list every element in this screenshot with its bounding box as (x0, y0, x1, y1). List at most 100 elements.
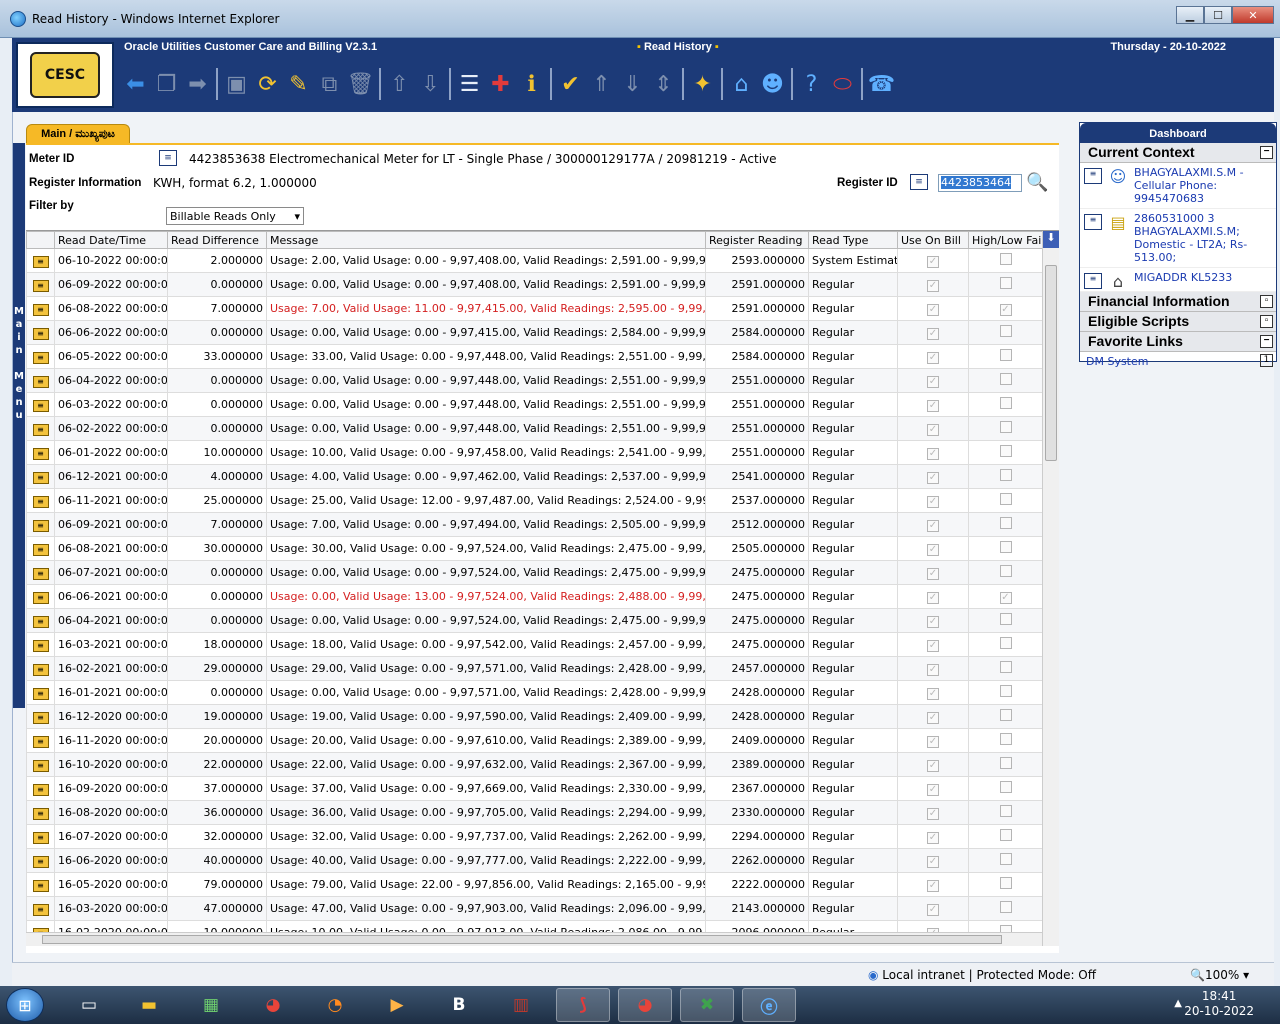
row-context-cell[interactable]: ≡ (26, 728, 55, 753)
row-context-cell[interactable]: ≡ (26, 824, 55, 849)
down-icon[interactable]: ⇩ (416, 67, 446, 101)
internet-explorer-icon[interactable]: ⓔ (742, 988, 796, 1022)
context-menu-icon[interactable]: ≡ (159, 150, 177, 166)
context-menu-icon[interactable]: ≡ (32, 591, 49, 604)
row-context-cell[interactable]: ≡ (26, 752, 55, 777)
table-row[interactable]: ≡ 06-03-2022 00:00:00 0.000000 Usage: 0.00,… (26, 392, 1043, 417)
chrome-icon[interactable]: ◕ (246, 988, 300, 1022)
context-menu-icon[interactable]: ≡ (32, 423, 49, 436)
table-row[interactable]: ≡ 16-08-2020 00:00:00 36.000000 Usage: 36.0… (26, 800, 1043, 825)
help-icon[interactable]: ? (797, 67, 827, 101)
context-menu-icon[interactable]: ≡ (32, 495, 49, 508)
context-menu-icon[interactable]: ≡ (32, 879, 49, 892)
register-id-input[interactable]: 4423853464 (938, 174, 1022, 192)
next-in-list-icon[interactable]: ⇕ (649, 67, 679, 101)
context-menu-icon[interactable]: ≡ (32, 519, 49, 532)
maximize-button[interactable]: ☐ (1204, 6, 1232, 24)
table-row[interactable]: ≡ 06-06-2022 00:00:00 0.000000 Usage: 0.00,… (26, 320, 1043, 345)
table-row[interactable]: ≡ 16-03-2020 00:00:00 47.000000 Usage: 47.0… (26, 896, 1043, 921)
context-menu-icon[interactable]: ≡ (32, 567, 49, 580)
table-row[interactable]: ≡ 06-08-2021 00:00:00 30.000000 Usage: 30.0… (26, 536, 1043, 561)
row-context-cell[interactable]: ≡ (26, 416, 55, 441)
col-use-on-bill[interactable]: Use On Bill (897, 231, 969, 249)
context-menu-icon[interactable]: ≡ (32, 255, 49, 268)
context-menu-icon[interactable]: ≡ (32, 639, 49, 652)
table-row[interactable]: ≡ 06-02-2022 00:00:00 0.000000 Usage: 0.00,… (26, 416, 1043, 441)
context-menu-icon[interactable]: ≡ (32, 783, 49, 796)
forward-icon[interactable]: ➡ (183, 67, 213, 101)
tray-arrow-icon[interactable]: ▲ (1174, 998, 1182, 1009)
collapse-icon[interactable]: − (1260, 146, 1273, 159)
context-item-person[interactable]: ≡ ☺ BHAGYALAXMI.S.M - Cellular Phone: 99… (1080, 163, 1276, 209)
context-menu-icon[interactable]: ≡ (32, 759, 49, 772)
search-icon[interactable]: 🔍 (1026, 172, 1054, 194)
excel-icon[interactable]: ✖ (680, 988, 734, 1022)
table-row[interactable]: ≡ 06-11-2021 00:00:00 25.000000 Usage: 25.0… (26, 488, 1043, 513)
row-context-cell[interactable]: ≡ (26, 368, 55, 393)
context-menu-icon[interactable]: ≡ (32, 543, 49, 556)
row-context-cell[interactable]: ≡ (26, 296, 55, 321)
phone-icon[interactable]: ☎ (867, 67, 897, 101)
table-row[interactable]: ≡ 16-01-2021 00:00:00 0.000000 Usage: 0.00,… (26, 680, 1043, 705)
expand-icon[interactable]: ▫ (1260, 295, 1273, 308)
table-row[interactable]: ≡ 16-05-2020 00:00:00 79.000000 Usage: 79.0… (26, 872, 1043, 897)
main-menu[interactable]: Main Menu (13, 143, 25, 708)
hscroll-thumb[interactable] (42, 935, 1002, 944)
close-button[interactable]: ✕ (1232, 6, 1274, 24)
table-row[interactable]: ≡ 06-10-2022 00:00:00 2.000000 Usage: 2.00,… (26, 248, 1043, 273)
clock[interactable]: 18:41 20-10-2022 (1184, 989, 1254, 1019)
row-context-cell[interactable]: ≡ (26, 248, 55, 273)
row-context-cell[interactable]: ≡ (26, 488, 55, 513)
context-item-premise[interactable]: ≡ ⌂ MIGADDR KL5233 (1080, 268, 1276, 292)
folder-icon[interactable]: ▬ (122, 988, 176, 1022)
col-read-date[interactable]: Read Date/Time (54, 231, 168, 249)
context-menu-icon[interactable]: ≡ (1084, 168, 1102, 184)
favorite-links-header[interactable]: Favorite Links − (1080, 332, 1276, 352)
table-row[interactable]: ≡ 16-07-2020 00:00:00 32.000000 Usage: 32.0… (26, 824, 1043, 849)
context-menu-icon[interactable]: ≡ (32, 735, 49, 748)
table-row[interactable]: ≡ 06-08-2022 00:00:00 7.000000 Usage: 7.00,… (26, 296, 1043, 321)
financial-information-header[interactable]: Financial Information ▫ (1080, 292, 1276, 312)
eligible-scripts-header[interactable]: Eligible Scripts ▫ (1080, 312, 1276, 332)
table-row[interactable]: ≡ 06-04-2021 00:00:00 0.000000 Usage: 0.00,… (26, 608, 1043, 633)
alert-icon[interactable]: ✔ (556, 67, 586, 101)
table-row[interactable]: ≡ 16-03-2021 00:00:00 18.000000 Usage: 18.0… (26, 632, 1043, 657)
col-read-type[interactable]: Read Type (808, 231, 898, 249)
table-row[interactable]: ≡ 16-10-2020 00:00:00 22.000000 Usage: 22.0… (26, 752, 1043, 777)
table-row[interactable]: ≡ 06-05-2022 00:00:00 33.000000 Usage: 33.0… (26, 344, 1043, 369)
task-manager-icon[interactable]: ▦ (184, 988, 238, 1022)
up-icon[interactable]: ⇧ (385, 67, 415, 101)
context-menu-icon[interactable]: ≡ (32, 327, 49, 340)
clear-icon[interactable]: ✎ (284, 67, 314, 101)
copy-icon[interactable]: ❐ (152, 67, 182, 101)
row-context-cell[interactable]: ≡ (26, 512, 55, 537)
row-context-cell[interactable]: ≡ (26, 776, 55, 801)
table-row[interactable]: ≡ 16-11-2020 00:00:00 20.000000 Usage: 20.0… (26, 728, 1043, 753)
favorite-link-dm-system[interactable]: DM System 1 (1080, 352, 1276, 371)
table-row[interactable]: ≡ 06-12-2021 00:00:00 4.000000 Usage: 4.00,… (26, 464, 1043, 489)
register-context-icon[interactable]: ≡ (910, 174, 928, 190)
winrar-icon[interactable]: ▥ (494, 988, 548, 1022)
back-icon[interactable]: ⬅ (121, 67, 151, 101)
prev-icon[interactable]: ⇑ (587, 67, 617, 101)
row-context-cell[interactable]: ≡ (26, 320, 55, 345)
duplicate-icon[interactable]: ⧉ (315, 67, 345, 101)
row-context-cell[interactable]: ≡ (26, 608, 55, 633)
context-menu-icon[interactable]: ≡ (32, 615, 49, 628)
row-context-cell[interactable]: ≡ (26, 848, 55, 873)
context-menu-icon[interactable]: ≡ (32, 447, 49, 460)
horizontal-scrollbar[interactable] (26, 932, 1042, 946)
context-menu-icon[interactable]: ≡ (32, 807, 49, 820)
table-row[interactable]: ≡ 16-12-2020 00:00:00 19.000000 Usage: 19.0… (26, 704, 1043, 729)
context-menu-icon[interactable]: ≡ (32, 399, 49, 412)
b-app-icon[interactable]: B (432, 988, 486, 1022)
wizard-icon[interactable]: ✦ (688, 67, 718, 101)
table-row[interactable]: ≡ 16-09-2020 00:00:00 37.000000 Usage: 37.0… (26, 776, 1043, 801)
start-button[interactable]: ⊞ (6, 988, 44, 1022)
context-menu-icon[interactable]: ≡ (32, 375, 49, 388)
tab-main[interactable]: Main / ಮುಖ್ಯಪುಟ (26, 124, 130, 144)
oracle-icon[interactable]: ⬭ (828, 67, 858, 101)
table-row[interactable]: ≡ 06-01-2022 00:00:00 10.000000 Usage: 10.0… (26, 440, 1043, 465)
refresh-icon[interactable]: ⟳ (253, 67, 283, 101)
table-row[interactable]: ≡ 06-09-2021 00:00:00 7.000000 Usage: 7.00,… (26, 512, 1043, 537)
